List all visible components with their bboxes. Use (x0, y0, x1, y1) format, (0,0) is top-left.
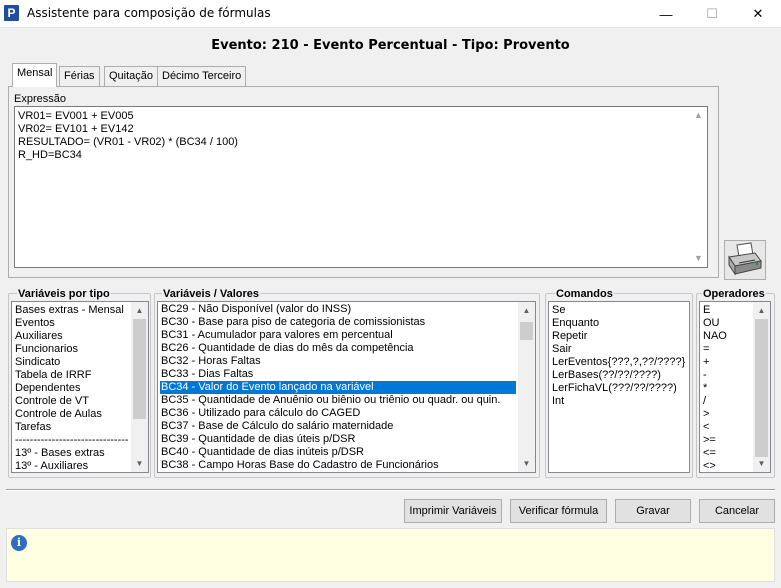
scroll-down-icon[interactable]: ▼ (518, 455, 535, 472)
tab-ferias[interactable]: Férias (59, 66, 100, 86)
maximize-button[interactable]: ☐ (689, 0, 735, 28)
scroll-up-icon[interactable]: ▲ (753, 302, 770, 319)
list-item[interactable]: BC36 - Utilizado para cálculo do CAGED (161, 407, 360, 420)
list-item[interactable]: BC32 - Horas Faltas (161, 355, 261, 368)
print-formula-button[interactable] (724, 240, 766, 280)
scroll-down-icon[interactable]: ▼ (690, 250, 707, 267)
list-item[interactable]: OU (703, 317, 720, 330)
group-title-variaveis-valores: Variáveis / Valores (162, 288, 261, 300)
list-item[interactable]: * (703, 382, 707, 395)
expression-scrollbar[interactable]: ▲ ▼ (690, 107, 707, 267)
comandos-list[interactable]: Se Enquanto Repetir Sair LerEventos{???,… (548, 301, 690, 473)
scroll-thumb[interactable] (133, 319, 146, 419)
close-button[interactable]: ✕ (735, 0, 781, 28)
list-item[interactable]: BC26 - Quantidade de dias do mês da comp… (161, 342, 414, 355)
list-item[interactable]: = (703, 343, 709, 356)
list-item[interactable]: BC37 - Base de Cálculo do salário matern… (161, 420, 393, 433)
tab-quitacao[interactable]: Quitação (104, 66, 159, 86)
list-item[interactable]: / (703, 395, 706, 408)
list-item[interactable]: Sair (552, 343, 572, 356)
list-item[interactable]: Auxiliares (15, 330, 63, 343)
list-item-selected[interactable]: BC34 - Valor do Evento lançado na variáv… (160, 381, 516, 394)
list-item[interactable]: BC38 - Campo Horas Base do Cadastro de F… (161, 459, 439, 472)
list-item[interactable]: Funcionarios (15, 343, 78, 356)
group-title-operadores: Operadores (702, 288, 766, 300)
list-item[interactable]: BC40 - Quantidade de dias inúteis p/DSR (161, 446, 364, 459)
operadores-scrollbar[interactable]: ▲ ▼ (753, 302, 770, 472)
separator-highlight (6, 490, 775, 491)
list-item[interactable]: <= (703, 447, 716, 460)
list-item[interactable]: Tarefas (15, 421, 51, 434)
list-item[interactable]: Enquanto (552, 317, 599, 330)
list-item[interactable]: Int (552, 395, 564, 408)
expression-editor[interactable]: VR01= EV001 + EV005 VR02= EV101 + EV142 … (14, 106, 708, 268)
list-item[interactable]: - (703, 369, 707, 382)
event-heading: Evento: 210 - Evento Percentual - Tipo: … (211, 38, 570, 53)
expression-label: Expressão (14, 93, 66, 105)
list-item[interactable]: > (703, 408, 709, 421)
printer-icon (728, 242, 762, 276)
title-bar: P Assistente para composição de fórmulas… (0, 0, 781, 28)
list-item[interactable]: LerBases(??/??/????) (552, 369, 661, 382)
list-item[interactable]: BC31 - Acumulador para valores em percen… (161, 329, 393, 342)
expression-text[interactable]: VR01= EV001 + EV005 VR02= EV101 + EV142 … (18, 110, 238, 162)
list-item[interactable]: < (703, 421, 709, 434)
list-item[interactable]: >= (703, 434, 716, 447)
group-title-comandos: Comandos (555, 288, 614, 300)
list-item[interactable]: Sindicato (15, 356, 60, 369)
window-title: Assistente para composição de fórmulas (27, 6, 271, 20)
list-item[interactable]: Dependentes (15, 382, 80, 395)
print-variables-button[interactable]: Imprimir Variáveis (404, 499, 502, 523)
tab-label: Mensal (17, 67, 53, 79)
list-item[interactable]: 13º - Bases extras (15, 447, 105, 460)
list-item[interactable]: Eventos (15, 317, 55, 330)
scroll-thumb[interactable] (755, 319, 768, 457)
scroll-up-icon[interactable]: ▲ (518, 302, 535, 319)
scroll-thumb[interactable] (520, 322, 533, 340)
list-item[interactable]: + (703, 356, 709, 369)
operadores-list[interactable]: E OU NAO = + - * / > < >= <= <> ▲ ▼ (699, 301, 771, 473)
app-icon: P (4, 5, 19, 21)
variaveis-tipo-scrollbar[interactable]: ▲ ▼ (131, 302, 148, 472)
scroll-up-icon[interactable]: ▲ (690, 107, 707, 124)
tab-mensal[interactable]: Mensal (12, 63, 58, 87)
list-item[interactable]: Repetir (552, 330, 587, 343)
cancel-button[interactable]: Cancelar (699, 499, 775, 523)
tab-label: Quitação (109, 70, 154, 82)
list-item[interactable]: BC29 - Não Disponível (valor do INSS) (161, 303, 351, 316)
tab-label: Férias (64, 70, 95, 82)
save-button[interactable]: Gravar (615, 499, 691, 523)
list-item[interactable]: BC33 - Dias Faltas (161, 368, 253, 381)
list-item[interactable]: Controle de VT (15, 395, 89, 408)
list-item[interactable]: Se (552, 304, 565, 317)
list-item[interactable]: E (703, 304, 710, 317)
info-icon: i (11, 535, 27, 551)
scroll-down-icon[interactable]: ▼ (131, 455, 148, 472)
verify-formula-button[interactable]: Verificar fórmula (510, 499, 607, 523)
list-item[interactable]: LerFichaVL(???/??/????) (552, 382, 677, 395)
list-item[interactable]: NAO (703, 330, 727, 343)
list-item[interactable]: Controle de Aulas (15, 408, 102, 421)
list-item[interactable]: 13º - Auxiliares (15, 460, 88, 472)
tab-decimo-terceiro[interactable]: Décimo Terceiro (157, 66, 247, 86)
list-item[interactable]: Bases extras - Mensal (15, 304, 124, 317)
variaveis-tipo-list[interactable]: Bases extras - Mensal Eventos Auxiliares… (11, 301, 149, 473)
scroll-down-icon[interactable]: ▼ (753, 455, 770, 472)
list-separator: ------------------------------- (15, 434, 129, 446)
list-item[interactable]: BC30 - Base para piso de categoria de co… (161, 316, 425, 329)
scroll-up-icon[interactable]: ▲ (131, 302, 148, 319)
list-item[interactable]: BC35 - Quantidade de Anuênio ou biênio o… (161, 394, 500, 407)
tab-label: Décimo Terceiro (162, 70, 242, 82)
list-item[interactable]: Tabela de IRRF (15, 369, 91, 382)
minimize-button[interactable]: — (643, 0, 689, 28)
group-title-variaveis-tipo: Variáveis por tipo (17, 288, 111, 300)
list-item[interactable]: <> (703, 460, 716, 472)
list-item[interactable]: BC39 - Quantidade de dias úteis p/DSR (161, 433, 355, 446)
variaveis-valores-list[interactable]: BC29 - Não Disponível (valor do INSS) BC… (157, 301, 536, 473)
variaveis-valores-scrollbar[interactable]: ▲ ▼ (518, 302, 535, 472)
info-bar: i (6, 528, 775, 582)
list-item[interactable]: LerEventos{???,?,??/????} (552, 356, 685, 369)
